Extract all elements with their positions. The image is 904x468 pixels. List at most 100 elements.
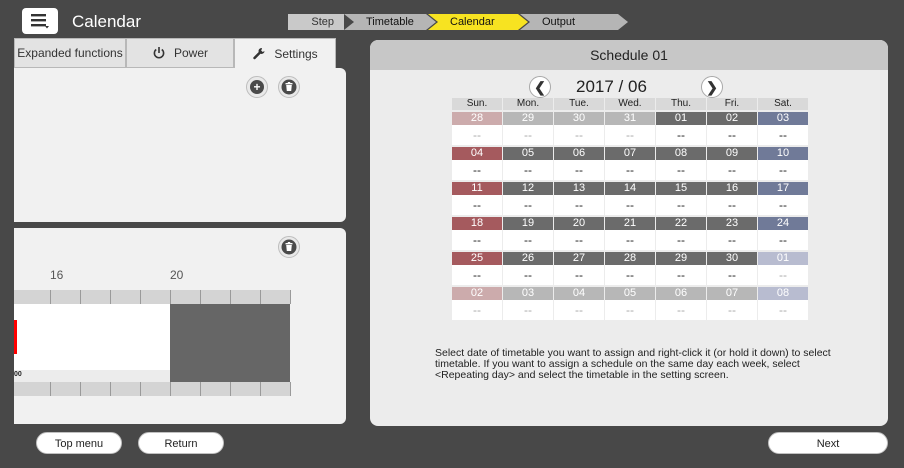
calendar-day-timetable[interactable]: -- — [707, 300, 757, 320]
calendar-day-timetable[interactable]: -- — [707, 160, 757, 180]
calendar-day-timetable[interactable]: -- — [452, 160, 502, 180]
top-menu-button[interactable]: Top menu — [36, 432, 122, 454]
calendar-day-timetable[interactable]: -- — [605, 265, 655, 285]
calendar-day-number[interactable]: 04 — [554, 287, 604, 300]
calendar-day-number[interactable]: 10 — [758, 147, 808, 160]
calendar-day-timetable[interactable]: -- — [503, 300, 553, 320]
calendar-day-timetable[interactable]: -- — [656, 265, 706, 285]
calendar-day-number[interactable]: 23 — [707, 217, 757, 230]
calendar-day-number[interactable]: 27 — [554, 252, 604, 265]
calendar-day-number[interactable]: 19 — [503, 217, 553, 230]
calendar-day-number[interactable]: 03 — [758, 112, 808, 125]
calendar-day-number[interactable]: 31 — [605, 112, 655, 125]
calendar-day-timetable[interactable]: -- — [656, 300, 706, 320]
calendar-day-number[interactable]: 28 — [605, 252, 655, 265]
calendar-day-timetable[interactable]: -- — [656, 160, 706, 180]
step-timetable[interactable]: Timetable — [344, 14, 436, 30]
calendar-day-number[interactable]: 16 — [707, 182, 757, 195]
calendar-day-timetable[interactable]: -- — [554, 160, 604, 180]
calendar-day-timetable[interactable]: -- — [452, 230, 502, 250]
calendar-day-number[interactable]: 30 — [707, 252, 757, 265]
delete-button[interactable] — [278, 76, 300, 98]
calendar-day-number[interactable]: 18 — [452, 217, 502, 230]
calendar-day-timetable[interactable]: -- — [503, 265, 553, 285]
calendar-day-timetable[interactable]: -- — [554, 265, 604, 285]
calendar-day-timetable[interactable]: -- — [758, 125, 808, 145]
calendar-day-number[interactable]: 03 — [503, 287, 553, 300]
calendar-day-number[interactable]: 13 — [554, 182, 604, 195]
calendar-day-number[interactable]: 11 — [452, 182, 502, 195]
calendar-day-timetable[interactable]: -- — [707, 265, 757, 285]
calendar-day-number[interactable]: 07 — [605, 147, 655, 160]
calendar-day-timetable[interactable]: -- — [452, 125, 502, 145]
calendar-day-timetable[interactable]: -- — [656, 125, 706, 145]
calendar-day-timetable[interactable]: -- — [707, 195, 757, 215]
tab-expanded-functions[interactable]: Expanded functions — [14, 38, 126, 68]
calendar-day-timetable[interactable]: -- — [707, 230, 757, 250]
calendar-day-timetable[interactable]: -- — [554, 230, 604, 250]
step-output[interactable]: Output — [520, 14, 628, 30]
power-on-bar[interactable] — [14, 320, 17, 354]
calendar-day-timetable[interactable]: -- — [503, 230, 553, 250]
calendar-day-number[interactable]: 28 — [452, 112, 502, 125]
calendar-day-timetable[interactable]: -- — [656, 195, 706, 215]
next-month-button[interactable]: ❯ — [701, 76, 723, 98]
calendar-day-timetable[interactable]: -- — [605, 195, 655, 215]
calendar-day-number[interactable]: 02 — [707, 112, 757, 125]
calendar-day-number[interactable]: 14 — [605, 182, 655, 195]
calendar-day-timetable[interactable]: -- — [707, 125, 757, 145]
calendar-day-number[interactable]: 21 — [605, 217, 655, 230]
calendar-day-timetable[interactable]: -- — [605, 300, 655, 320]
calendar-day-timetable[interactable]: -- — [452, 265, 502, 285]
calendar-day-number[interactable]: 30 — [554, 112, 604, 125]
calendar-day-number[interactable]: 05 — [605, 287, 655, 300]
calendar-day-number[interactable]: 08 — [656, 147, 706, 160]
calendar-day-number[interactable]: 08 — [758, 287, 808, 300]
calendar-day-timetable[interactable]: -- — [503, 195, 553, 215]
calendar-day-number[interactable]: 02 — [452, 287, 502, 300]
calendar-day-number[interactable]: 12 — [503, 182, 553, 195]
delete-timeline-button[interactable] — [278, 236, 300, 258]
prev-month-button[interactable]: ❮ — [529, 76, 551, 98]
calendar-day-number[interactable]: 06 — [554, 147, 604, 160]
calendar-day-timetable[interactable]: -- — [758, 265, 808, 285]
calendar-day-number[interactable]: 17 — [758, 182, 808, 195]
calendar-day-timetable[interactable]: -- — [605, 125, 655, 145]
calendar-day-number[interactable]: 06 — [656, 287, 706, 300]
step-calendar[interactable]: Calendar — [428, 14, 528, 30]
calendar-day-timetable[interactable]: -- — [554, 125, 604, 145]
tab-power[interactable]: Power — [126, 38, 234, 68]
calendar-day-timetable[interactable]: -- — [758, 160, 808, 180]
calendar-day-number[interactable]: 24 — [758, 217, 808, 230]
calendar-day-number[interactable]: 01 — [656, 112, 706, 125]
calendar-day-timetable[interactable]: -- — [452, 300, 502, 320]
calendar-day-number[interactable]: 25 — [452, 252, 502, 265]
calendar-day-number[interactable]: 04 — [452, 147, 502, 160]
calendar-day-number[interactable]: 07 — [707, 287, 757, 300]
calendar-day-timetable[interactable]: -- — [605, 160, 655, 180]
calendar-day-timetable[interactable]: -- — [656, 230, 706, 250]
calendar-day-number[interactable]: 26 — [503, 252, 553, 265]
return-button[interactable]: Return — [138, 432, 224, 454]
calendar-day-number[interactable]: 05 — [503, 147, 553, 160]
timeline-on-area[interactable] — [14, 304, 170, 370]
calendar-day-timetable[interactable]: -- — [554, 195, 604, 215]
calendar-day-number[interactable]: 09 — [707, 147, 757, 160]
calendar-day-timetable[interactable]: -- — [758, 230, 808, 250]
tab-settings[interactable]: Settings — [234, 38, 336, 68]
add-button[interactable]: + — [246, 76, 268, 98]
calendar-day-number[interactable]: 29 — [656, 252, 706, 265]
calendar-day-timetable[interactable]: -- — [758, 195, 808, 215]
calendar-day-number[interactable]: 20 — [554, 217, 604, 230]
calendar-day-timetable[interactable]: -- — [503, 160, 553, 180]
calendar-day-timetable[interactable]: -- — [605, 230, 655, 250]
calendar-day-timetable[interactable]: -- — [758, 300, 808, 320]
calendar-day-number[interactable]: 29 — [503, 112, 553, 125]
menu-button[interactable] — [22, 8, 58, 34]
next-button[interactable]: Next — [768, 432, 888, 454]
timeline-off-area[interactable] — [170, 304, 290, 382]
calendar-day-number[interactable]: 22 — [656, 217, 706, 230]
calendar-day-number[interactable]: 01 — [758, 252, 808, 265]
calendar-day-number[interactable]: 15 — [656, 182, 706, 195]
calendar-day-timetable[interactable]: -- — [452, 195, 502, 215]
